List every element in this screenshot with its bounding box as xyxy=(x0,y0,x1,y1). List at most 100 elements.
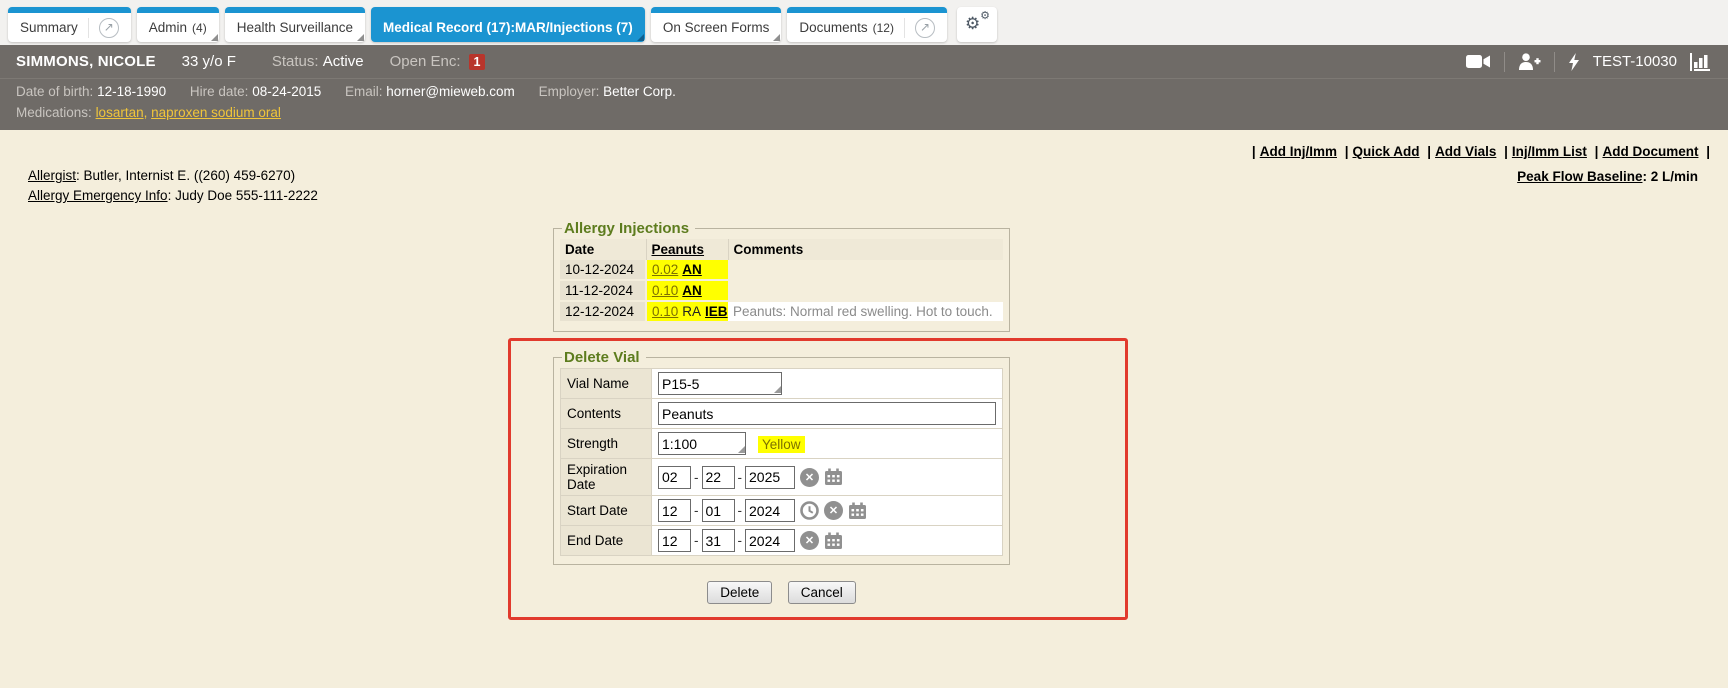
tab-documents[interactable]: Documents (12) ↗ xyxy=(787,7,947,42)
tab-documents-label: Documents xyxy=(799,20,867,35)
end-calendar-icon[interactable] xyxy=(824,532,843,550)
reaction-code-link[interactable]: IEB xyxy=(705,304,728,319)
action-links: |Add Inj/Imm |Quick Add |Add Vials |Inj/… xyxy=(1248,144,1714,159)
start-month-input[interactable] xyxy=(658,499,691,522)
strength-label: Strength xyxy=(561,429,652,459)
allergy-emergency-link[interactable]: Allergy Emergency Info xyxy=(28,188,168,203)
start-calendar-icon[interactable] xyxy=(848,502,867,520)
injection-date: 10-12-2024 xyxy=(560,260,646,280)
expiration-day-input[interactable] xyxy=(702,466,735,489)
lightning-icon[interactable] xyxy=(1568,53,1580,71)
medications-label: Medications: xyxy=(16,105,92,120)
inj-imm-list-link[interactable]: Inj/Imm List xyxy=(1512,144,1587,159)
end-day-input[interactable] xyxy=(702,529,735,552)
col-header-comments: Comments xyxy=(728,239,1003,260)
end-year-input[interactable] xyxy=(745,529,795,552)
tab-summary-label: Summary xyxy=(20,20,78,35)
gear-icon: ⚙ xyxy=(965,14,980,34)
person-add-icon[interactable] xyxy=(1518,53,1541,70)
delete-vial-fieldset: Delete Vial Vial Name Contents Strength … xyxy=(553,349,1010,565)
add-inj-imm-link[interactable]: Add Inj/Imm xyxy=(1260,144,1337,159)
contents-label: Contents xyxy=(561,399,652,429)
status-label: Status: xyxy=(272,53,319,70)
expiration-date-label: Expiration Date xyxy=(561,459,652,496)
injection-dose-cell: 0.10 AN xyxy=(646,280,728,301)
clear-end-date-icon[interactable]: ✕ xyxy=(800,531,819,550)
start-year-input[interactable] xyxy=(745,499,795,522)
delete-vial-legend: Delete Vial xyxy=(562,349,646,366)
peak-flow-value: : 2 L/min xyxy=(1642,169,1698,184)
quick-add-link[interactable]: Quick Add xyxy=(1353,144,1420,159)
popout-icon[interactable]: ↗ xyxy=(99,18,119,38)
clear-start-date-icon[interactable]: ✕ xyxy=(824,501,843,520)
expiration-year-input[interactable] xyxy=(745,466,795,489)
clear-expiration-date-icon[interactable]: ✕ xyxy=(800,468,819,487)
allergy-injections-fieldset: Allergy Injections Date Peanuts Comments… xyxy=(553,220,1010,332)
patient-header-tools: TEST-10030 xyxy=(1466,52,1712,72)
tab-on-screen-forms[interactable]: On Screen Forms xyxy=(651,7,782,42)
allergy-injections-table: Date Peanuts Comments 10-12-2024 0.02AN … xyxy=(560,239,1003,323)
peak-flow-link[interactable]: Peak Flow Baseline xyxy=(1517,169,1642,184)
form-row-start-date: Start Date -- ✕ xyxy=(561,496,1003,526)
table-row: 10-12-2024 0.02 AN xyxy=(560,260,1003,280)
allergist-link[interactable]: Allergist xyxy=(28,168,76,183)
patient-name: SIMMONS, NICOLE xyxy=(16,53,156,70)
date-separator: - xyxy=(738,533,743,548)
link-separator: | xyxy=(1341,144,1353,159)
reaction-code-link[interactable]: AN xyxy=(682,262,702,277)
link-separator: | xyxy=(1500,144,1512,159)
link-separator: | xyxy=(1591,144,1603,159)
tab-admin[interactable]: Admin (4) xyxy=(137,7,219,42)
summary-popout-wrap: ↗ xyxy=(88,18,119,38)
allergy-injections-legend: Allergy Injections xyxy=(562,220,695,237)
expiration-calendar-icon[interactable] xyxy=(824,468,843,486)
email-value: horner@mieweb.com xyxy=(386,84,515,99)
form-row-vial-name: Vial Name xyxy=(561,369,1003,399)
medication-link-losartan[interactable]: losartan xyxy=(96,105,144,120)
medication-separator: , xyxy=(144,105,152,120)
dose-link[interactable]: 0.10 xyxy=(652,304,678,319)
open-enc-badge[interactable]: 1 xyxy=(469,54,486,70)
delete-button[interactable]: Delete xyxy=(707,581,772,604)
table-header-row: Date Peanuts Comments xyxy=(560,239,1003,260)
documents-popout-wrap: ↗ xyxy=(904,18,935,38)
injection-dose-cell: 0.10RAIEB xyxy=(646,301,728,322)
cancel-button[interactable]: Cancel xyxy=(788,581,856,604)
expiration-month-input[interactable] xyxy=(658,466,691,489)
injection-date: 11-12-2024 xyxy=(560,280,646,301)
col-header-peanuts: Peanuts xyxy=(646,239,728,260)
add-document-link[interactable]: Add Document xyxy=(1602,144,1698,159)
video-camera-icon[interactable] xyxy=(1466,54,1491,69)
date-separator: - xyxy=(694,503,699,518)
tab-admin-count: (4) xyxy=(192,21,207,35)
chart-icon[interactable] xyxy=(1690,53,1712,71)
form-buttons: Delete Cancel xyxy=(553,581,1010,604)
col-header-date: Date xyxy=(560,239,646,260)
tab-medical-record[interactable]: Medical Record (17):MAR/Injections (7) xyxy=(371,7,645,42)
injection-comment: Peanuts: Normal red swelling. Hot to tou… xyxy=(728,301,1003,322)
settings-button[interactable]: ⚙ ⚙ xyxy=(957,7,997,42)
peanuts-column-link[interactable]: Peanuts xyxy=(652,242,705,257)
dose-link[interactable]: 0.02 xyxy=(652,262,678,277)
dose-link[interactable]: 0.10 xyxy=(652,283,678,298)
contents-input[interactable] xyxy=(658,402,996,425)
add-vials-link[interactable]: Add Vials xyxy=(1435,144,1496,159)
employer-value: Better Corp. xyxy=(603,84,676,99)
start-date-clock-icon[interactable] xyxy=(800,501,819,520)
start-day-input[interactable] xyxy=(702,499,735,522)
medications-line: Medications: losartan, naproxen sodium o… xyxy=(16,102,1712,123)
injection-dose-cell: 0.02 AN xyxy=(646,260,728,280)
start-date-label: Start Date xyxy=(561,496,652,526)
action-links-column: |Add Inj/Imm |Quick Add |Add Vials |Inj/… xyxy=(1248,144,1714,206)
tab-health-surveillance[interactable]: Health Surveillance xyxy=(225,7,365,42)
date-separator: - xyxy=(694,533,699,548)
dob-value: 12-18-1990 xyxy=(97,84,166,99)
end-month-input[interactable] xyxy=(658,529,691,552)
reaction-code-link[interactable]: AN xyxy=(682,283,702,298)
strength-input[interactable] xyxy=(658,432,746,455)
popout-icon[interactable]: ↗ xyxy=(915,18,935,38)
tab-summary[interactable]: Summary ↗ xyxy=(8,7,131,42)
vial-name-input[interactable] xyxy=(658,372,782,395)
delete-vial-form-table: Vial Name Contents Strength Yellow Expir… xyxy=(560,368,1003,556)
medication-link-naproxen[interactable]: naproxen sodium oral xyxy=(151,105,281,120)
